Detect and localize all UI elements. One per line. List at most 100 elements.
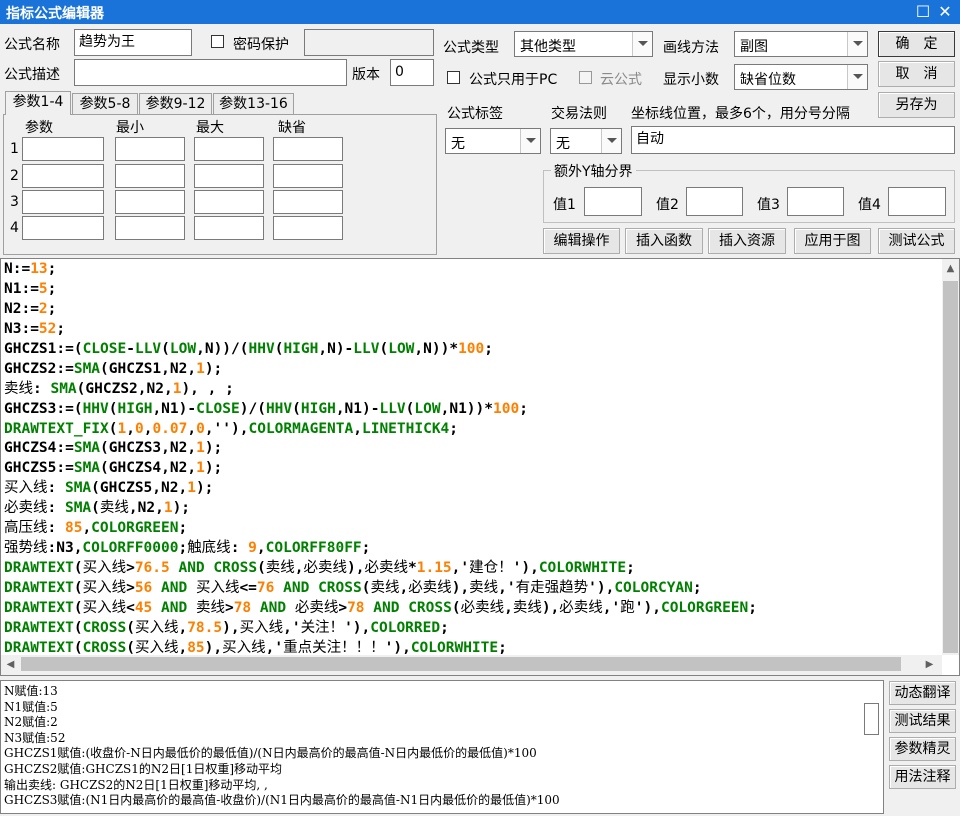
code-line[interactable]: 高压线: 85,COLORGREEN; bbox=[4, 519, 934, 539]
tab-params-5-8[interactable]: 参数5-8 bbox=[72, 93, 138, 115]
decimal-select[interactable]: 缺省位数 bbox=[734, 64, 868, 90]
chevron-down-icon[interactable] bbox=[520, 129, 540, 153]
ok-button[interactable]: 确 定 bbox=[878, 31, 955, 57]
param-1-default-input[interactable] bbox=[273, 137, 343, 161]
formula-name-input[interactable]: 趋势为王 bbox=[74, 29, 192, 56]
param-4-min-input[interactable] bbox=[115, 216, 185, 240]
tab-params-1-4[interactable]: 参数1-4 bbox=[5, 91, 71, 115]
code-line[interactable]: DRAWTEXT(CROSS(买入线,78.5),买入线,'关注！'),COLO… bbox=[4, 619, 934, 639]
save-as-button[interactable]: 另存为 bbox=[878, 92, 955, 118]
apply-to-chart-button[interactable]: 应用于图 bbox=[794, 228, 871, 254]
code-token: ( bbox=[108, 420, 118, 437]
param-row-number: 2 bbox=[10, 168, 19, 184]
code-line[interactable]: N1:=5; bbox=[4, 280, 934, 300]
insert-function-button[interactable]: 插入函数 bbox=[625, 228, 703, 254]
editor-hscroll-thumb[interactable] bbox=[21, 657, 901, 671]
code-line[interactable]: 强势线:N3,COLORFF0000;触底线: 9,COLORFF80FF; bbox=[4, 539, 934, 559]
password-input[interactable] bbox=[304, 29, 434, 56]
code-editor[interactable]: N:=13; N1:=5; N2:=2; N3:=52; GHCZS1:=(CLOSE-… bbox=[0, 258, 960, 676]
tab-params-13-16[interactable]: 参数13-16 bbox=[213, 93, 294, 115]
code-line[interactable]: N:=13; bbox=[4, 260, 934, 280]
param-2-min-input[interactable] bbox=[115, 164, 185, 188]
y-value-4-input[interactable] bbox=[888, 187, 946, 216]
code-line[interactable]: DRAWTEXT(买入线<45 AND 卖线>78 AND 必卖线>78 AND… bbox=[4, 599, 934, 619]
code-token: ), bbox=[541, 599, 560, 616]
code-token: 卖线 bbox=[4, 380, 33, 397]
param-wizard-button[interactable]: 参数精灵 bbox=[889, 737, 956, 761]
scroll-left-icon[interactable]: ◀ bbox=[2, 656, 19, 673]
param-4-max-input[interactable] bbox=[194, 216, 264, 240]
output-vertical-scrollbar[interactable] bbox=[861, 681, 883, 813]
code-line[interactable]: GHCZS4:=SMA(GHCZS3,N2,1); bbox=[4, 439, 934, 459]
code-line[interactable]: GHCZS3:=(HHV(HIGH,N1)-CLOSE)/(HHV(HIGH,N… bbox=[4, 400, 934, 420]
code-line[interactable]: 买入线: SMA(GHCZS5,N2,1); bbox=[4, 479, 934, 499]
formula-tag-select[interactable]: 无 bbox=[445, 128, 541, 154]
code-token: 1 bbox=[196, 440, 205, 457]
param-1-max-input[interactable] bbox=[194, 137, 264, 161]
y-value-1-input[interactable] bbox=[584, 187, 642, 216]
code-line[interactable]: 卖线: SMA(GHCZS2,N2,1), , ; bbox=[4, 380, 934, 400]
formula-desc-input[interactable] bbox=[74, 59, 347, 86]
trade-rule-select[interactable]: 无 bbox=[550, 128, 622, 154]
param-4-name-input[interactable] bbox=[22, 216, 104, 240]
cancel-button[interactable]: 取 消 bbox=[878, 61, 955, 87]
tab-params-9-12[interactable]: 参数9-12 bbox=[139, 93, 212, 115]
code-token: ( bbox=[73, 560, 83, 577]
usage-note-button[interactable]: 用法注释 bbox=[889, 765, 956, 789]
code-line[interactable]: GHCZS5:=SMA(GHCZS4,N2,1); bbox=[4, 459, 934, 479]
edit-operation-button[interactable]: 编辑操作 bbox=[543, 228, 620, 254]
test-result-button[interactable]: 测试结果 bbox=[889, 709, 956, 733]
code-token: HHV bbox=[82, 400, 109, 417]
password-checkbox[interactable] bbox=[211, 35, 224, 48]
code-token: ,N1))* bbox=[440, 400, 493, 417]
maximize-icon[interactable]: ☐ bbox=[912, 1, 934, 23]
code-line[interactable]: N3:=52; bbox=[4, 320, 934, 340]
close-icon[interactable]: ✕ bbox=[934, 1, 956, 23]
param-3-min-input[interactable] bbox=[115, 190, 185, 214]
code-line[interactable]: N2:=2; bbox=[4, 300, 934, 320]
y-value-2-input[interactable] bbox=[686, 187, 743, 216]
code-text[interactable]: N:=13; N1:=5; N2:=2; N3:=52; GHCZS1:=(CLOSE-… bbox=[4, 260, 934, 656]
draw-method-select[interactable]: 副图 bbox=[734, 31, 868, 57]
param-3-default-input[interactable] bbox=[273, 190, 343, 214]
test-formula-button[interactable]: 测试公式 bbox=[878, 228, 955, 254]
code-line[interactable]: GHCZS1:=(CLOSE-LLV(LOW,N))/(HHV(HIGH,N)-… bbox=[4, 340, 934, 360]
editor-scroll-thumb[interactable] bbox=[943, 281, 958, 653]
param-1-min-input[interactable] bbox=[115, 137, 185, 161]
code-line[interactable]: DRAWTEXT(买入线>56 AND 买入线<=76 AND CROSS(卖线… bbox=[4, 579, 934, 599]
param-1-name-input[interactable] bbox=[22, 137, 104, 161]
formula-type-select[interactable]: 其他类型 bbox=[514, 31, 653, 57]
param-4-default-input[interactable] bbox=[273, 216, 343, 240]
code-token: , bbox=[504, 599, 513, 616]
editor-horizontal-scrollbar[interactable]: ◀ ▶ bbox=[1, 655, 942, 675]
formula-tag-label: 公式标签 bbox=[447, 106, 503, 122]
param-3-max-input[interactable] bbox=[194, 190, 264, 214]
version-input[interactable]: 0 bbox=[390, 59, 434, 86]
scroll-right-icon[interactable]: ▶ bbox=[921, 656, 938, 673]
output-scroll-thumb[interactable] bbox=[864, 703, 879, 735]
param-3-name-input[interactable] bbox=[22, 190, 104, 214]
code-line[interactable]: 必卖线: SMA(卖线,N2,1); bbox=[4, 499, 934, 519]
code-line[interactable]: GHCZS2:=SMA(GHCZS1,N2,1); bbox=[4, 360, 934, 380]
param-2-name-input[interactable] bbox=[22, 164, 104, 188]
pc-only-checkbox[interactable] bbox=[447, 71, 460, 84]
param-2-max-input[interactable] bbox=[194, 164, 264, 188]
chevron-down-icon[interactable] bbox=[847, 65, 867, 89]
chevron-down-icon[interactable] bbox=[632, 32, 652, 56]
chevron-down-icon[interactable] bbox=[847, 32, 867, 56]
scroll-up-icon[interactable]: ▲ bbox=[942, 260, 959, 277]
insert-resource-button[interactable]: 插入资源 bbox=[708, 228, 786, 254]
code-token: 买入线 bbox=[222, 639, 266, 656]
code-line[interactable]: DRAWTEXT(CROSS(买入线,85),买入线,'重点关注！！！'),CO… bbox=[4, 639, 934, 656]
editor-vertical-scrollbar[interactable]: ▲ bbox=[942, 259, 959, 655]
param-2-default-input[interactable] bbox=[273, 164, 343, 188]
code-line[interactable]: DRAWTEXT_FIX(1,0,0.07,0,''),COLORMAGENTA… bbox=[4, 420, 934, 440]
code-token: DRAWTEXT bbox=[4, 560, 74, 577]
code-line[interactable]: DRAWTEXT(买入线>76.5 AND CROSS(卖线,必卖线),必卖线*… bbox=[4, 559, 934, 579]
coord-line-input[interactable]: 自动 bbox=[631, 126, 955, 154]
code-token: , bbox=[256, 540, 266, 557]
chevron-down-icon[interactable] bbox=[601, 129, 621, 153]
y-value-3-input[interactable] bbox=[787, 187, 844, 216]
dynamic-translate-button[interactable]: 动态翻译 bbox=[889, 681, 956, 705]
